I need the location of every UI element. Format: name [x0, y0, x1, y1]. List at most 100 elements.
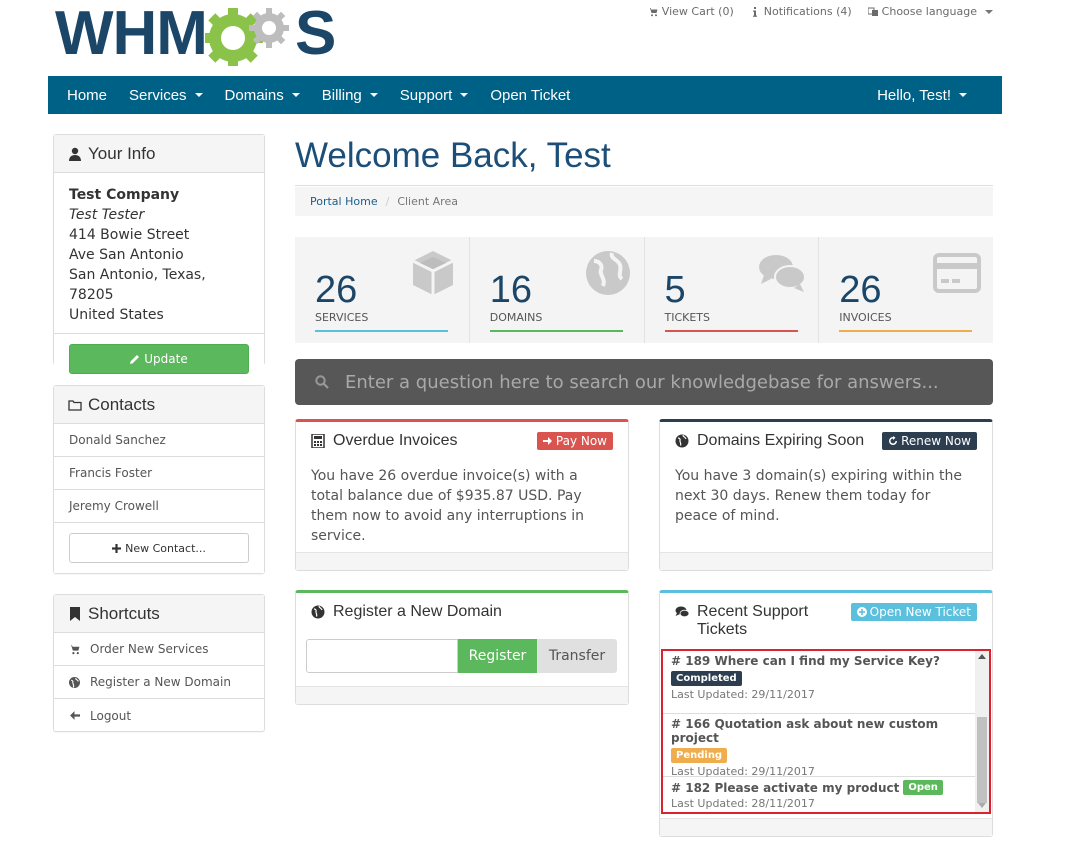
comments-icon: [759, 255, 807, 292]
scrollbar-thumb[interactable]: [977, 717, 987, 803]
nav-services[interactable]: Services: [118, 76, 214, 114]
shortcuts-header: Shortcuts: [54, 595, 264, 633]
globe-icon: [311, 605, 325, 619]
kb-search-input[interactable]: [345, 371, 965, 393]
shortcut-label: Logout: [90, 708, 132, 723]
gears-icon: [204, 8, 289, 66]
ticket-item[interactable]: # 182 Please activate my product Open La…: [663, 777, 977, 812]
contact-item-label: Jeremy Crowell: [69, 499, 159, 513]
user-menu-label: Hello, Test!: [877, 86, 951, 104]
stat-services[interactable]: 26 SERVICES: [295, 237, 470, 343]
address-line: San Antonio, Texas, 78205: [69, 267, 206, 303]
stat-tickets[interactable]: 5 TICKETS: [645, 237, 820, 343]
shortcuts-panel: Shortcuts Order New Services Register a …: [53, 594, 265, 732]
globe-icon: [69, 676, 80, 688]
arrow-right-icon: [542, 437, 552, 445]
nav-domains[interactable]: Domains: [214, 76, 311, 114]
domain-input[interactable]: [306, 639, 458, 673]
scroll-up-icon[interactable]: [978, 654, 986, 659]
globe-icon: [585, 251, 630, 295]
update-button[interactable]: Update: [69, 344, 249, 374]
view-cart-link[interactable]: View Cart (0): [647, 5, 734, 18]
notifications-link[interactable]: Notifications (4): [750, 5, 852, 18]
stat-value: 5: [664, 269, 686, 311]
stat-underline: [489, 330, 623, 332]
ticket-title: # 189 Where can I find my Service Key?: [671, 654, 940, 668]
cart-icon: [69, 644, 80, 654]
register-button[interactable]: Register: [458, 639, 537, 673]
nav-item-label: Support: [399, 86, 453, 104]
register-domain-title: Register a New Domain: [311, 603, 502, 621]
renew-now-button[interactable]: Renew Now: [882, 432, 977, 450]
plus-icon: [112, 543, 122, 553]
status-badge: Pending: [671, 748, 728, 763]
nav-billing[interactable]: Billing: [311, 76, 389, 114]
domains-expiring-card: Domains Expiring Soon Renew Now You have…: [659, 419, 993, 571]
ticket-updated: Last Updated: 29/11/2017: [671, 688, 815, 701]
new-contact-button[interactable]: New Contact...: [69, 533, 249, 563]
shortcut-logout[interactable]: Logout: [54, 699, 264, 732]
contact-item[interactable]: Donald Sanchez: [54, 424, 264, 457]
card-footer: [296, 686, 628, 704]
register-domain-title-text: Register a New Domain: [333, 603, 502, 620]
ticket-item[interactable]: # 189 Where can I find my Service Key? C…: [663, 651, 977, 714]
user-icon: [69, 147, 81, 161]
ticket-title: # 182 Please activate my product: [671, 780, 900, 795]
stat-domains[interactable]: 16 DOMAINS: [470, 237, 645, 343]
shortcut-register-domain[interactable]: Register a New Domain: [54, 666, 264, 699]
domains-expiring-title-text: Domains Expiring Soon: [697, 432, 865, 449]
chevron-down-icon: [460, 93, 469, 97]
pencil-icon: [130, 355, 140, 364]
ticket-updated: Last Updated: 28/11/2017: [671, 797, 815, 810]
cube-icon: [412, 251, 454, 295]
arrow-left-icon: [70, 711, 80, 720]
choose-language-link[interactable]: Choose language: [867, 5, 993, 18]
transfer-button[interactable]: Transfer: [537, 639, 617, 673]
stat-invoices[interactable]: 26 INVOICES: [819, 237, 993, 343]
comments-icon: [675, 606, 689, 618]
nav-item-label: Billing: [321, 86, 362, 104]
recent-tickets-title-line1: Recent Support: [697, 603, 809, 620]
overdue-invoices-title: Overdue Invoices: [311, 432, 458, 450]
search-icon: [315, 375, 329, 389]
ticket-item[interactable]: # 166 Quotation ask about new custom pro…: [663, 714, 977, 778]
scroll-down-icon[interactable]: [978, 803, 986, 808]
shortcut-label: Order New Services: [90, 642, 209, 656]
nav-support[interactable]: Support: [389, 76, 480, 114]
stat-underline: [664, 330, 798, 332]
language-icon: [867, 7, 878, 16]
open-new-ticket-button[interactable]: Open New Ticket: [850, 603, 977, 621]
your-info-footer: Update: [54, 333, 264, 384]
pay-now-button[interactable]: Pay Now: [536, 432, 613, 450]
contacts-title: Contacts: [88, 394, 156, 414]
nav-item-label: Home: [67, 86, 108, 104]
chevron-down-icon: [291, 93, 300, 97]
nav-item-label: Open Ticket: [490, 86, 571, 104]
your-info-title: Your Info: [88, 143, 156, 163]
nav-open-ticket[interactable]: Open Ticket: [479, 76, 581, 114]
open-new-ticket-label: Open New Ticket: [869, 605, 971, 619]
shortcut-order-new-services[interactable]: Order New Services: [54, 633, 264, 666]
ticket-list-scrollbar[interactable]: [975, 651, 989, 812]
domains-expiring-message: You have 3 domain(s) expiring within the…: [675, 468, 963, 524]
nav-home[interactable]: Home: [56, 76, 118, 114]
ticket-list[interactable]: # 189 Where can I find my Service Key? C…: [661, 649, 991, 814]
breadcrumb-portal-home[interactable]: Portal Home: [310, 195, 378, 208]
stat-label: DOMAINS: [489, 311, 543, 324]
title-divider: [295, 185, 993, 186]
domains-expiring-title: Domains Expiring Soon: [675, 432, 864, 450]
kb-search-bar: [295, 359, 993, 405]
plus-circle-icon: [856, 607, 867, 617]
chevron-down-icon: [959, 93, 967, 97]
update-label: Update: [144, 352, 188, 366]
shortcut-label: Register a New Domain: [90, 675, 231, 689]
address-line: Ave San Antonio: [69, 247, 184, 263]
contacts-header: Contacts: [54, 386, 264, 424]
contact-item[interactable]: Jeremy Crowell: [54, 490, 264, 523]
logo-text-left: WHM: [55, 0, 208, 68]
brand-logo[interactable]: WHM S: [55, 0, 336, 68]
calculator-icon: [311, 434, 325, 448]
overdue-invoices-title-text: Overdue Invoices: [333, 432, 458, 449]
contact-item[interactable]: Francis Foster: [54, 457, 264, 490]
user-menu[interactable]: Hello, Test!: [866, 76, 978, 114]
